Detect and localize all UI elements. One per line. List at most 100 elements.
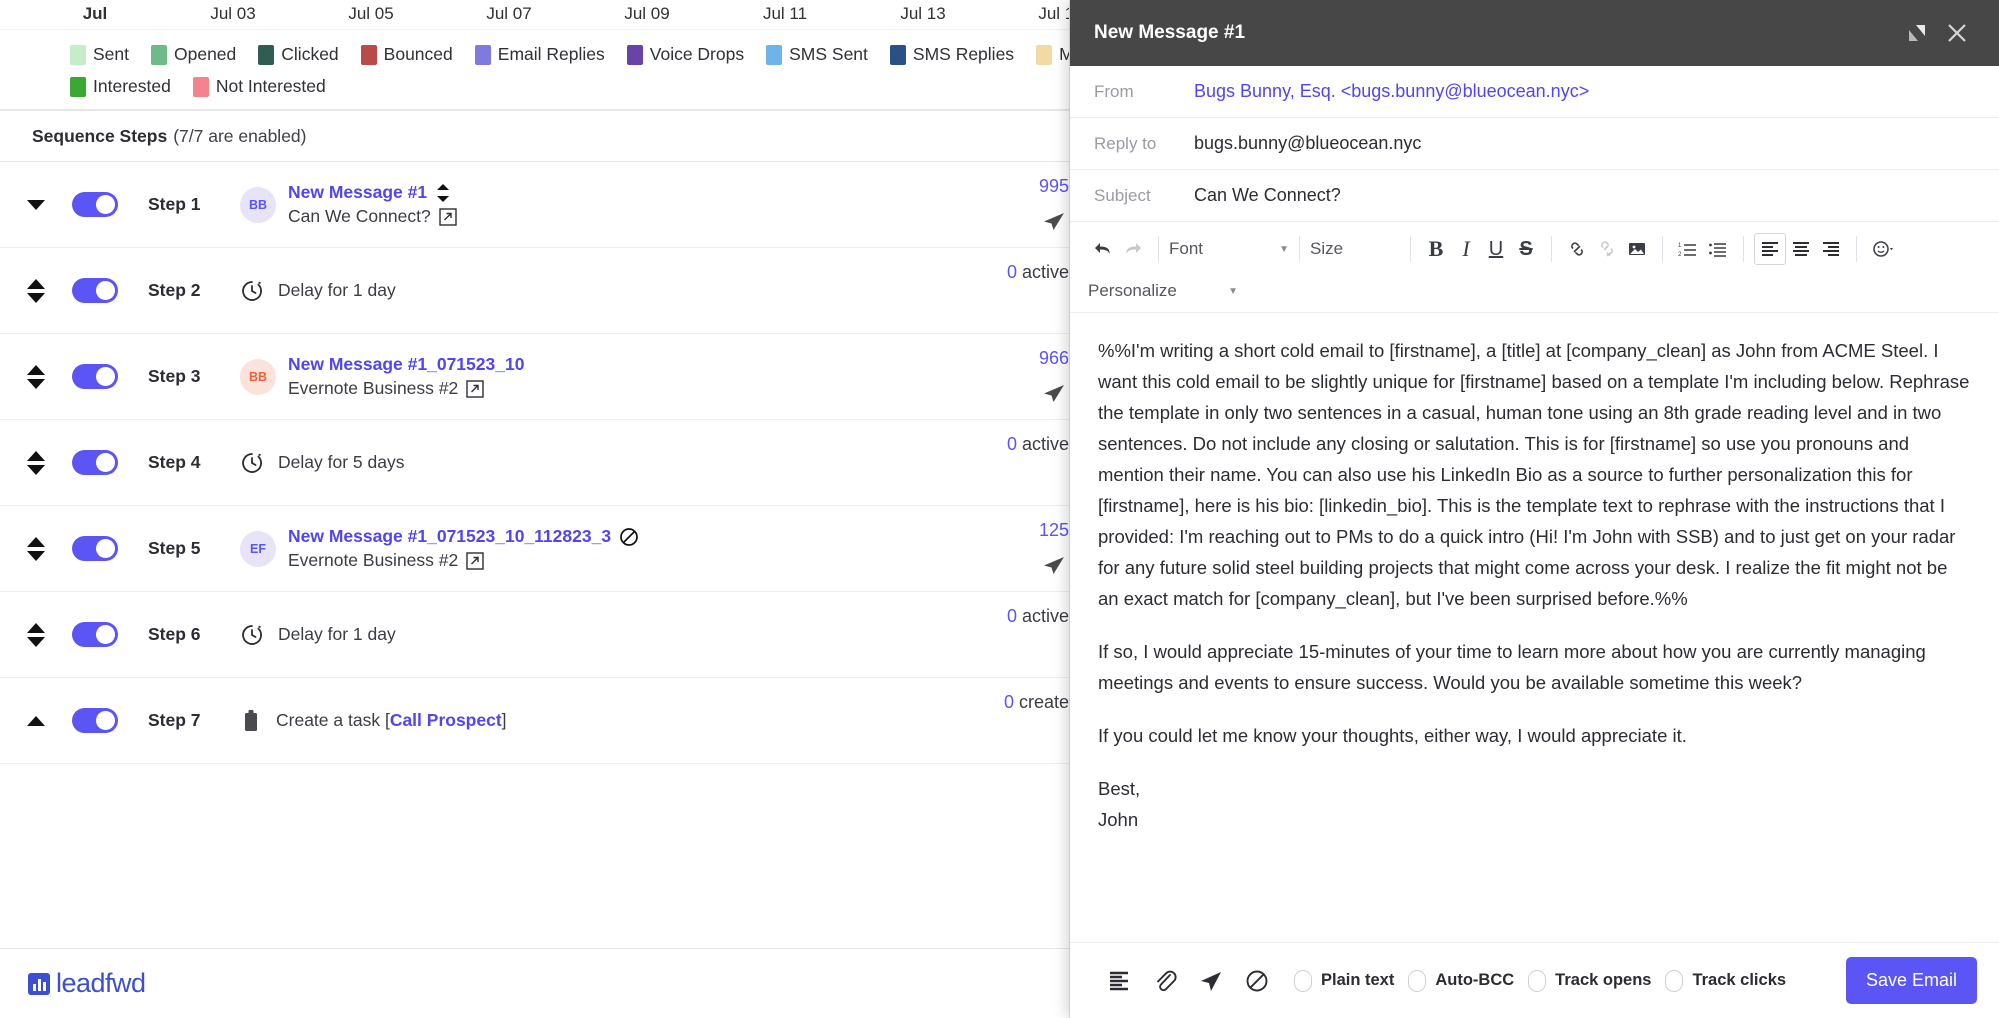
align-center-icon[interactable] (1786, 233, 1816, 265)
reorder-cell[interactable] (0, 623, 72, 647)
legend-item-interested[interactable]: Interested (70, 76, 171, 97)
chevron-down-icon[interactable] (27, 551, 45, 561)
save-email-button[interactable]: Save Email (1846, 957, 1977, 1004)
step-stat-count[interactable]: 125 (1039, 520, 1069, 541)
sequence-step-row[interactable]: Step 6Delay for 1 day0 active (0, 592, 1069, 678)
subject-field-row[interactable]: Subject Can We Connect? (1070, 170, 1999, 222)
legend-item-email-replies[interactable]: Email Replies (475, 44, 605, 65)
chevron-up-icon[interactable] (27, 279, 45, 289)
checkbox-box[interactable] (1408, 970, 1426, 992)
step-stat-count[interactable]: 0 active (1007, 434, 1069, 455)
step-stat-count[interactable]: 966 (1039, 348, 1069, 369)
align-left-icon[interactable] (1754, 233, 1786, 265)
open-external-icon[interactable] (439, 208, 457, 226)
step-enabled-toggle[interactable] (72, 278, 118, 303)
reorder-handle[interactable] (27, 623, 45, 647)
step-enabled-toggle[interactable] (72, 622, 118, 647)
legend-item-sent[interactable]: Sent (70, 44, 129, 65)
reorder-handle[interactable] (27, 716, 45, 726)
emoji-icon[interactable] (1867, 233, 1899, 265)
checkbox-box[interactable] (1665, 970, 1683, 992)
bold-button[interactable]: B (1421, 233, 1451, 265)
sequence-step-row[interactable]: Step 1BBNew Message #1Can We Connect?995 (0, 162, 1069, 248)
enable-toggle-cell[interactable] (72, 536, 148, 561)
enable-toggle-cell[interactable] (72, 450, 148, 475)
task-name-link[interactable]: Call Prospect (390, 710, 502, 731)
message-title-link[interactable]: New Message #1_071523_10_112823_3 (288, 526, 639, 547)
align-right-icon[interactable] (1816, 233, 1846, 265)
reorder-handle[interactable] (27, 451, 45, 475)
reply-to-value[interactable]: bugs.bunny@blueocean.nyc (1194, 133, 1421, 154)
step-enabled-toggle[interactable] (72, 364, 118, 389)
delay-description[interactable]: Delay for 1 day (240, 623, 396, 647)
enable-toggle-cell[interactable] (72, 708, 148, 733)
reorder-handle[interactable] (27, 279, 45, 303)
reorder-cell[interactable] (0, 200, 72, 210)
reorder-cell[interactable] (0, 537, 72, 561)
legend-item-opened[interactable]: Opened (151, 44, 236, 65)
blocked-icon[interactable] (619, 527, 639, 547)
email-body-editor[interactable]: %%I'm writing a short cold email to [fir… (1070, 313, 1999, 942)
reorder-cell[interactable] (0, 716, 72, 726)
undo-icon[interactable] (1088, 233, 1118, 265)
legend-item-clicked[interactable]: Clicked (258, 44, 338, 65)
chevron-up-icon[interactable] (27, 537, 45, 547)
ordered-list-icon[interactable]: 12 (1673, 233, 1703, 265)
step-enabled-toggle[interactable] (72, 536, 118, 561)
reorder-cell[interactable] (0, 451, 72, 475)
send-test-icon[interactable] (1188, 959, 1234, 1003)
reorder-handle[interactable] (27, 365, 45, 389)
ab-test-icon[interactable] (435, 183, 451, 203)
chevron-up-icon[interactable] (27, 365, 45, 375)
enable-toggle-cell[interactable] (72, 278, 148, 303)
enable-toggle-cell[interactable] (72, 622, 148, 647)
step-enabled-toggle[interactable] (72, 450, 118, 475)
personalize-select[interactable]: Personalize ▼ (1088, 281, 1238, 301)
step-stat-count[interactable]: 0 active (1007, 262, 1069, 283)
step-enabled-toggle[interactable] (72, 192, 118, 217)
chevron-down-icon[interactable] (27, 637, 45, 647)
underline-button[interactable]: U (1481, 233, 1511, 265)
unlink-icon[interactable] (1592, 233, 1622, 265)
chevron-up-icon[interactable] (27, 716, 45, 726)
redo-icon[interactable] (1118, 233, 1148, 265)
message-title-link[interactable]: New Message #1 (288, 182, 457, 203)
signature-icon[interactable] (1096, 959, 1142, 1003)
delay-description[interactable]: Delay for 5 days (240, 451, 404, 475)
paperclip-icon[interactable] (1142, 959, 1188, 1003)
from-field-row[interactable]: From Bugs Bunny, Esq. <bugs.bunny@blueoc… (1070, 66, 1999, 118)
checkbox-box[interactable] (1528, 970, 1546, 992)
step-enabled-toggle[interactable] (72, 708, 118, 733)
chevron-down-icon[interactable] (27, 200, 45, 210)
sequence-step-row[interactable]: Step 3BBNew Message #1_071523_10Evernote… (0, 334, 1069, 420)
delay-description[interactable]: Delay for 1 day (240, 279, 396, 303)
message-title-link[interactable]: New Message #1_071523_10 (288, 354, 524, 375)
italic-button[interactable]: I (1451, 233, 1481, 265)
unordered-list-icon[interactable] (1703, 233, 1733, 265)
checkbox-track-clicks[interactable]: Track clicks (1665, 970, 1786, 992)
sequence-step-row[interactable]: Step 4Delay for 5 days0 active (0, 420, 1069, 506)
enable-toggle-cell[interactable] (72, 192, 148, 217)
sequence-step-row[interactable]: Step 5EFNew Message #1_071523_10_112823_… (0, 506, 1069, 592)
link-icon[interactable] (1562, 233, 1592, 265)
legend-item-bounced[interactable]: Bounced (361, 44, 453, 65)
insert-image-icon[interactable] (1622, 233, 1652, 265)
enable-toggle-cell[interactable] (72, 364, 148, 389)
reorder-handle[interactable] (27, 537, 45, 561)
open-external-icon[interactable] (466, 552, 484, 570)
reorder-cell[interactable] (0, 365, 72, 389)
reply-to-field-row[interactable]: Reply to bugs.bunny@blueocean.nyc (1070, 118, 1999, 170)
legend-item-sms-sent[interactable]: SMS Sent (766, 44, 868, 65)
expand-icon[interactable] (1897, 13, 1937, 53)
open-external-icon[interactable] (466, 380, 484, 398)
step-stat-count[interactable]: 0 create (1004, 692, 1069, 713)
font-select[interactable]: Font ▼ (1169, 239, 1289, 259)
reorder-cell[interactable] (0, 279, 72, 303)
no-entry-icon[interactable] (1234, 959, 1280, 1003)
size-select[interactable]: Size (1310, 239, 1400, 259)
reorder-handle[interactable] (27, 200, 45, 210)
from-value[interactable]: Bugs Bunny, Esq. <bugs.bunny@blueocean.n… (1194, 81, 1589, 102)
task-description[interactable]: Create a task [Call Prospect] (240, 709, 507, 733)
close-icon[interactable] (1937, 13, 1977, 53)
legend-item-voice-drops[interactable]: Voice Drops (627, 44, 744, 65)
